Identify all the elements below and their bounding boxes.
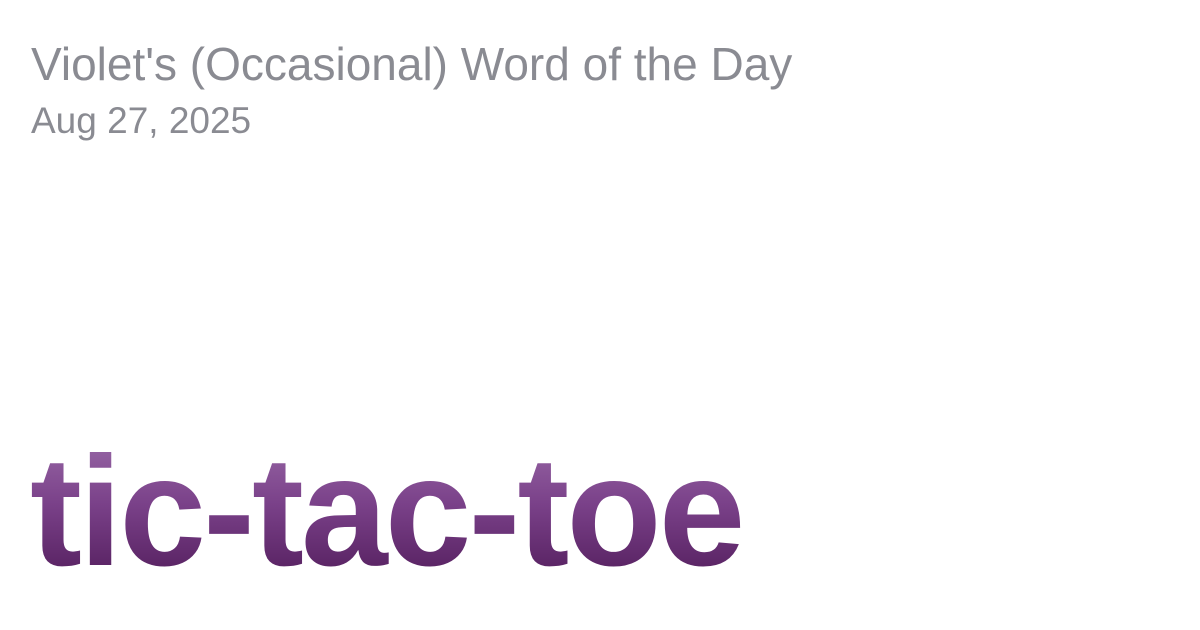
featured-word: tic-tac-toe	[30, 425, 745, 599]
site-title: Violet's (Occasional) Word of the Day	[31, 38, 793, 90]
post-date: Aug 27, 2025	[31, 100, 252, 141]
word-of-the-day-card: Violet's (Occasional) Word of the Day Au…	[0, 0, 1200, 630]
